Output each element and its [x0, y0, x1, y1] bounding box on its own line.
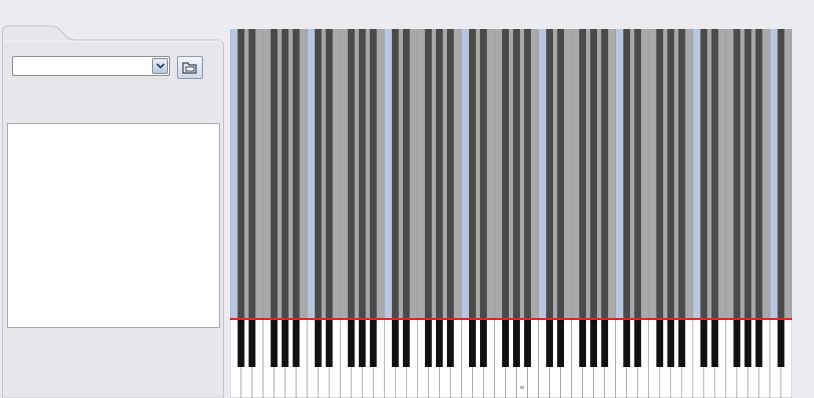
note-lane-black: [314, 29, 322, 319]
lane-separator: [494, 29, 495, 319]
note-lane-black: [248, 29, 256, 319]
note-lane-black: [270, 29, 278, 319]
note-lane-black: [281, 29, 289, 319]
lane-separator: [615, 29, 616, 319]
piano-black-key[interactable]: [755, 319, 763, 367]
piano-black-key[interactable]: [678, 319, 686, 367]
piano-black-key[interactable]: [446, 319, 454, 367]
piano-roll-canvas: [230, 29, 792, 398]
piano-black-key[interactable]: [711, 319, 719, 367]
note-lane-black: [656, 29, 664, 319]
note-lane-black: [733, 29, 741, 319]
playhead-line: [230, 318, 792, 320]
piano-black-key[interactable]: [744, 319, 752, 367]
note-lane-black: [391, 29, 399, 319]
piano-black-key[interactable]: [777, 319, 785, 367]
left-panel: [2, 24, 224, 398]
open-folder-button[interactable]: [177, 56, 203, 79]
piano-black-key[interactable]: [590, 319, 598, 367]
note-lane-black: [700, 29, 708, 319]
lane-separator: [461, 29, 462, 319]
piano-black-key[interactable]: [634, 319, 642, 367]
piano-roll[interactable]: [230, 29, 792, 398]
note-lane-black: [744, 29, 752, 319]
note-lane-black: [524, 29, 531, 319]
lane-separator: [306, 29, 308, 319]
note-lane-black: [557, 29, 565, 319]
piano-black-key[interactable]: [579, 319, 587, 367]
piano-black-key[interactable]: [325, 319, 333, 367]
piano-black-key[interactable]: [502, 319, 509, 367]
note-lane-black: [237, 29, 245, 319]
piano-black-key[interactable]: [270, 319, 278, 367]
note-lane-black: [435, 29, 443, 319]
piano-black-key[interactable]: [391, 319, 399, 367]
piano-black-key[interactable]: [435, 319, 443, 367]
piano-black-key[interactable]: [667, 319, 675, 367]
piano-black-key[interactable]: [469, 319, 476, 367]
file-dropdown[interactable]: [12, 56, 170, 76]
note-lane-black: [579, 29, 587, 319]
open-folder-icon: [182, 61, 197, 74]
lane-separator: [339, 29, 341, 319]
piano-black-key[interactable]: [524, 319, 531, 367]
piano-black-key[interactable]: [424, 319, 432, 367]
note-lane-black: [502, 29, 509, 319]
piano-black-key[interactable]: [700, 319, 708, 367]
piano-black-key[interactable]: [601, 319, 609, 367]
note-lane-black: [513, 29, 520, 319]
note-lane-black: [755, 29, 763, 319]
piano-black-key[interactable]: [623, 319, 631, 367]
lane-separator: [692, 29, 694, 319]
piano-black-key[interactable]: [557, 319, 565, 367]
note-lane-black: [369, 29, 377, 319]
note-lane-black: [358, 29, 366, 319]
note-lane-black: [711, 29, 719, 319]
note-lane-black: [777, 29, 785, 319]
piano-black-key[interactable]: [546, 319, 553, 367]
note-lane-black: [634, 29, 642, 319]
note-lane-black: [480, 29, 487, 319]
piano-black-key[interactable]: [292, 319, 300, 367]
piano-black-key[interactable]: [347, 319, 355, 367]
middle-c-marker: [520, 386, 524, 389]
piano-black-key[interactable]: [656, 319, 664, 367]
piano-black-key[interactable]: [402, 319, 410, 367]
piano-black-key[interactable]: [513, 319, 520, 367]
piano-black-key[interactable]: [369, 319, 377, 367]
piano-black-key[interactable]: [248, 319, 256, 367]
lane-separator: [769, 29, 771, 319]
piano-black-key[interactable]: [314, 319, 322, 367]
lane-separator: [262, 29, 264, 319]
note-lane-black: [601, 29, 609, 319]
lane-separator: [417, 29, 418, 319]
note-lane-black: [667, 29, 675, 319]
note-lane-black: [590, 29, 598, 319]
note-lane-black: [402, 29, 410, 319]
piano-black-key[interactable]: [480, 319, 487, 367]
note-lane-black: [623, 29, 631, 319]
note-lane-black: [292, 29, 300, 319]
piano-black-key[interactable]: [281, 319, 289, 367]
lane-separator: [538, 29, 539, 319]
chevron-down-icon[interactable]: [152, 58, 168, 74]
lane-separator: [725, 29, 727, 319]
lane-separator: [571, 29, 572, 319]
note-lane-black: [446, 29, 454, 319]
note-lane-black: [469, 29, 476, 319]
piano-black-key[interactable]: [237, 319, 245, 367]
file-list[interactable]: [7, 123, 220, 328]
lane-separator: [648, 29, 650, 319]
piano-black-key[interactable]: [358, 319, 366, 367]
note-lane-black: [347, 29, 355, 319]
note-lane-black: [678, 29, 686, 319]
note-lane-black: [325, 29, 333, 319]
note-lane-black: [424, 29, 432, 319]
piano-black-key[interactable]: [733, 319, 741, 367]
note-lane-black: [546, 29, 553, 319]
lane-separator: [383, 29, 385, 319]
